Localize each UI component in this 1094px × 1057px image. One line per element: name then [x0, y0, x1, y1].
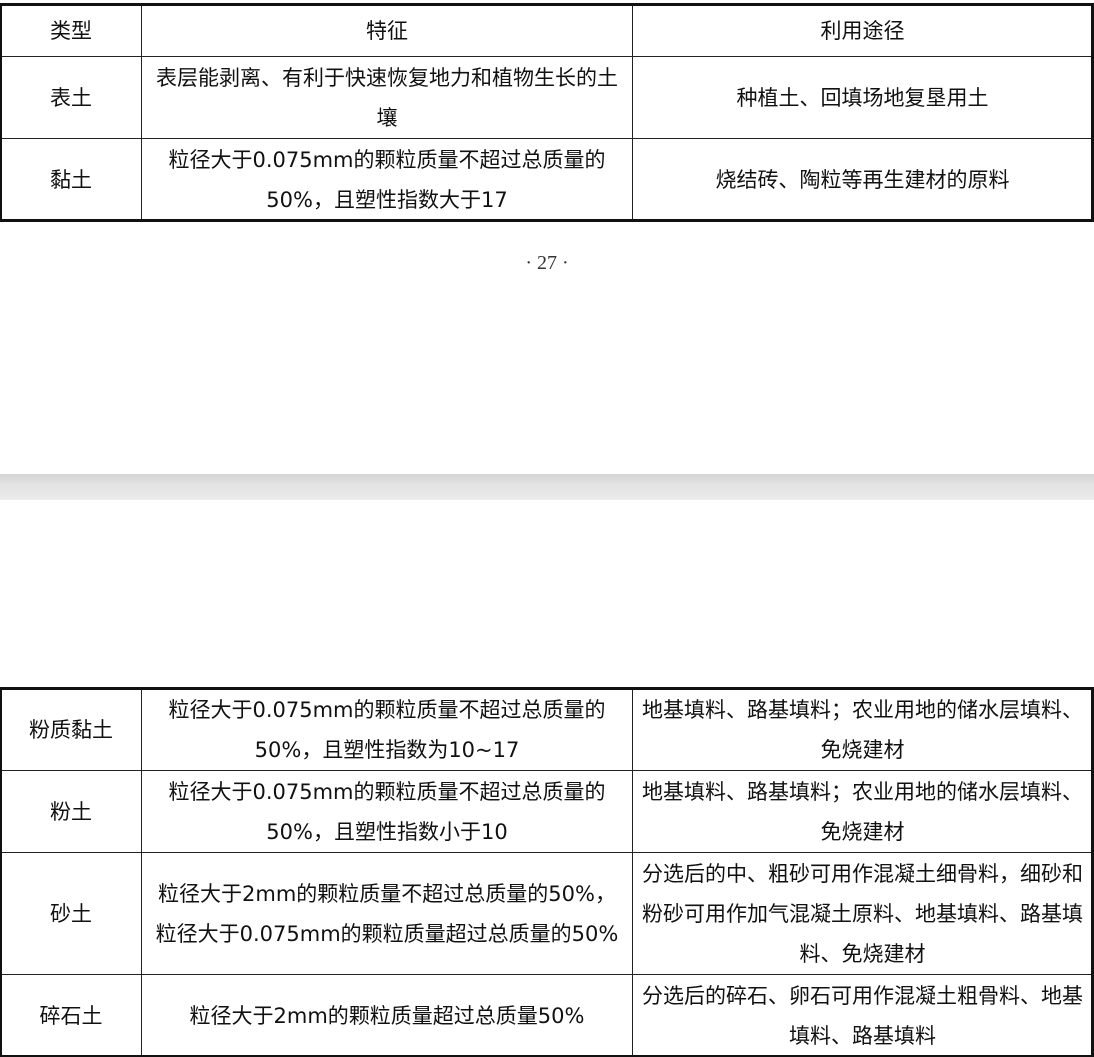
cell-type: 粉土 [0, 770, 142, 853]
cell-feature: 粒径大于0.075mm的颗粒质量不超过总质量的50%，且塑性指数为10~17 [141, 688, 633, 771]
table-row: 粉土 粒径大于0.075mm的颗粒质量不超过总质量的50%，且塑性指数小于10 … [0, 770, 1093, 853]
cell-feature: 粒径大于0.075mm的颗粒质量不超过总质量的50%，且塑性指数小于10 [141, 770, 633, 853]
cell-feature: 粒径大于2mm的颗粒质量不超过总质量的50%，粒径大于0.075mm的颗粒质量超… [141, 852, 633, 975]
soil-table-top: 类型 特征 利用途径 表土 表层能剥离、有利于快速恢复地力和植物生长的土壤 种植… [0, 3, 1094, 222]
table-row: 黏土 粒径大于0.075mm的颗粒质量不超过总质量的50%，且塑性指数大于17 … [0, 138, 1093, 221]
cell-use: 种植土、回填场地复垦用土 [632, 56, 1093, 139]
table-row: 粉质黏土 粒径大于0.075mm的颗粒质量不超过总质量的50%，且塑性指数为10… [0, 688, 1093, 771]
table-row: 碎石土 粒径大于2mm的颗粒质量超过总质量50% 分选后的碎石、卵石可用作混凝土… [0, 974, 1093, 1057]
cell-feature: 表层能剥离、有利于快速恢复地力和植物生长的土壤 [141, 56, 633, 139]
cell-type: 碎石土 [0, 974, 142, 1057]
header-feature: 特征 [141, 4, 633, 57]
cell-type: 粉质黏土 [0, 688, 142, 771]
soil-table-bottom: 粉质黏土 粒径大于0.075mm的颗粒质量不超过总质量的50%，且塑性指数为10… [0, 687, 1094, 1057]
page-number: · 27 · [525, 252, 569, 274]
cell-use: 地基填料、路基填料；农业用地的储水层填料、免烧建材 [632, 770, 1093, 853]
cell-type: 表土 [0, 56, 142, 139]
header-use: 利用途径 [632, 4, 1093, 57]
cell-use: 分选后的碎石、卵石可用作混凝土粗骨料、地基填料、路基填料 [632, 974, 1093, 1057]
page-divider [0, 474, 1094, 500]
cell-type: 砂土 [0, 852, 142, 975]
cell-type: 黏土 [0, 138, 142, 221]
cell-feature: 粒径大于0.075mm的颗粒质量不超过总质量的50%，且塑性指数大于17 [141, 138, 633, 221]
cell-feature: 粒径大于2mm的颗粒质量超过总质量50% [141, 974, 633, 1057]
cell-use: 烧结砖、陶粒等再生建材的原料 [632, 138, 1093, 221]
header-type: 类型 [0, 4, 142, 57]
cell-use: 地基填料、路基填料；农业用地的储水层填料、免烧建材 [632, 688, 1093, 771]
table-header-row: 类型 特征 利用途径 [0, 4, 1093, 57]
table-row: 表土 表层能剥离、有利于快速恢复地力和植物生长的土壤 种植土、回填场地复垦用土 [0, 56, 1093, 139]
cell-use: 分选后的中、粗砂可用作混凝土细骨料，细砂和粉砂可用作加气混凝土原料、地基填料、路… [632, 852, 1093, 975]
table-row: 砂土 粒径大于2mm的颗粒质量不超过总质量的50%，粒径大于0.075mm的颗粒… [0, 852, 1093, 975]
